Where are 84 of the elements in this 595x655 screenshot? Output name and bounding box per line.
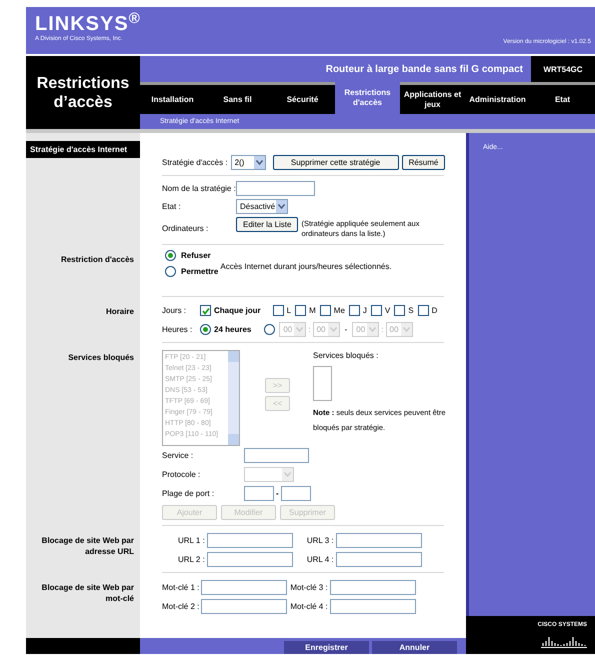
label: D	[432, 305, 438, 316]
input-field[interactable]	[206, 533, 293, 548]
label: Protocole :	[162, 470, 200, 479]
checkbox[interactable]	[370, 305, 382, 316]
button[interactable]: Résumé	[402, 155, 446, 170]
label: Chaque jour	[214, 305, 261, 316]
label: URL 4 :	[306, 554, 334, 565]
label: Permettre	[181, 266, 218, 277]
blocked-list[interactable]	[313, 366, 332, 401]
label: Mot-clé 2 :	[162, 601, 200, 612]
radio-button[interactable]	[165, 250, 176, 261]
caret-icon	[400, 323, 412, 336]
model-name: WRT54GC	[543, 64, 583, 74]
checkbox[interactable]	[320, 305, 331, 316]
label: Nom de la stratégie :	[162, 184, 236, 193]
label: S	[408, 305, 414, 316]
footer-button[interactable]: Enregistrer	[284, 641, 369, 654]
input-field[interactable]	[330, 599, 416, 614]
label: Plage de port :	[162, 489, 214, 498]
section-label: Restriction d'accès	[60, 254, 134, 266]
checkbox[interactable]	[272, 305, 284, 316]
product-name: Routeur à large bande sans fil G compact	[326, 64, 523, 74]
description: Accès Internet durant jours/heures sélectionnés.	[220, 260, 392, 272]
input-field[interactable]	[244, 448, 309, 463]
label: J	[362, 305, 367, 316]
label: Heures :	[162, 325, 192, 334]
label: :	[308, 324, 311, 335]
label: Services bloqués :	[313, 350, 380, 361]
input-field[interactable]	[201, 580, 288, 595]
checkbox[interactable]	[348, 305, 360, 316]
section-label: Services bloqués	[67, 352, 134, 364]
label: Etat :	[162, 202, 181, 211]
label: Me	[334, 305, 345, 316]
input-field[interactable]	[236, 181, 315, 196]
label: -	[344, 324, 348, 335]
label: 24 heures	[214, 324, 252, 335]
checkbox[interactable]	[394, 305, 406, 316]
input-field[interactable]	[201, 599, 288, 614]
section-label: Horaire	[104, 306, 134, 318]
label: Refuser	[181, 250, 211, 261]
input-field[interactable]	[280, 486, 311, 501]
label: L	[286, 305, 292, 316]
input-field[interactable]	[336, 533, 422, 548]
button[interactable]: Editer la Liste	[236, 217, 298, 232]
checkbox[interactable]	[418, 305, 429, 316]
input-field[interactable]	[336, 552, 422, 567]
checkbox[interactable]	[295, 305, 306, 316]
dropdown[interactable]	[244, 467, 294, 482]
footer-button[interactable]: Annuler	[372, 641, 457, 654]
radio-button[interactable]	[200, 324, 211, 335]
label: M	[309, 305, 316, 316]
caret-icon	[294, 323, 306, 336]
label: :	[381, 324, 384, 335]
section-label: Blocage de site Web par mot-clé	[40, 582, 134, 605]
caret-icon	[276, 200, 287, 213]
radio-button[interactable]	[165, 266, 176, 277]
section-label: Blocage de site Web par adresse URL	[40, 535, 134, 558]
label: URL 3 :	[306, 535, 334, 546]
section-header: Stratégie d'accès Internet	[26, 141, 140, 158]
input-field[interactable]	[206, 552, 293, 567]
label: Jours :	[162, 306, 186, 315]
caret-icon	[282, 468, 293, 481]
button[interactable]: Supprimer cette stratégie	[272, 155, 399, 170]
caret-icon	[254, 156, 265, 169]
label: URL 1 :	[178, 535, 205, 546]
label: Mot-clé 3 :	[290, 582, 328, 593]
caret-icon	[328, 323, 339, 336]
label: Mot-clé 1 :	[162, 582, 200, 593]
label: Service :	[162, 451, 194, 460]
caret-icon	[367, 323, 378, 336]
label: V	[384, 305, 390, 316]
dropdown[interactable]: Désactivé	[236, 199, 288, 214]
label: Mot-clé 4 :	[290, 601, 328, 612]
logo: LINKSYS$^{®}$	[35, 13, 141, 35]
checkbox[interactable]	[200, 305, 211, 316]
label: URL 2 :	[178, 554, 205, 565]
nav-tab[interactable]: Restrictions d'accès	[335, 82, 400, 114]
input-field[interactable]	[244, 486, 274, 501]
label: -	[276, 488, 279, 499]
dropdown[interactable]: 2()	[230, 155, 266, 170]
input-field[interactable]	[330, 580, 416, 595]
page-title: Restrictions d’accès	[36, 74, 130, 112]
label: Ordinateurs :	[162, 224, 208, 233]
label: Stratégie d'accès :	[162, 157, 228, 168]
